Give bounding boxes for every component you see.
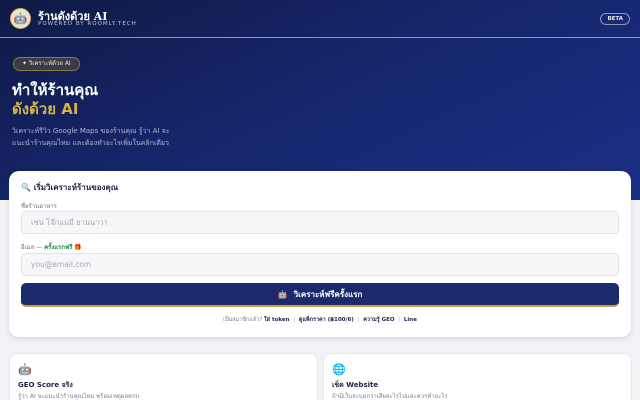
feature-title: เช็ค Website xyxy=(332,381,379,389)
pricing-link[interactable]: ดูแพ็กราคา (฿100/6) xyxy=(299,317,354,323)
restaurant-name-input[interactable] xyxy=(21,211,619,234)
geo-knowledge-link[interactable]: ความรู้ GEO xyxy=(363,317,394,323)
member-links: เป็นสมาชิกแล้ว? ใส่ token | ดูแพ็กราคา (… xyxy=(223,317,417,323)
member-prefix: เป็นสมาชิกแล้ว? xyxy=(223,317,263,323)
hero-description-line1: วิเคราะห์รีวิว Google Maps ของร้านคุณ รู… xyxy=(12,127,170,135)
feature-title: GEO Score จริง xyxy=(18,381,73,389)
analyze-free-button-label: วิเคราะห์ฟรีครั้งแรก xyxy=(293,289,363,299)
feature-subtitle: ถ้ามีเว็บจะบอกว่าเสียอะไรไปและควรทำอะไร xyxy=(332,393,448,400)
robot-icon: 🤖 xyxy=(18,363,32,376)
robot-icon[interactable]: 🤖 xyxy=(10,8,31,29)
free-first-time-highlight: ครั้งแรกฟรี xyxy=(44,244,73,251)
beta-badge: BETA xyxy=(600,13,630,25)
token-link[interactable]: ใส่ token xyxy=(264,317,290,323)
feature-card-geo-score: 🤖 GEO Score จริง รู้ว่า AI จะแนะนำร้านคุ… xyxy=(9,353,318,400)
email-label-prefix: อีเมล — xyxy=(21,244,45,251)
globe-icon: 🌐 xyxy=(332,363,346,376)
top-header: 🤖 ร้านดังด้วย AI POWERED BY ROOMLY.TECH … xyxy=(0,0,640,38)
robot-icon: 🤖 xyxy=(277,289,288,299)
feature-card-website-check: 🌐 เช็ค Website ถ้ามีเว็บจะบอกว่าเสียอะไร… xyxy=(323,353,632,400)
app-subtitle: POWERED BY ROOMLY.TECH xyxy=(38,21,137,27)
analysis-form-card: 🔍 เริ่มวิเคราะห์ร้านของคุณ ชื่อร้านอาหาร… xyxy=(9,171,631,337)
restaurant-name-label: ชื่อร้านอาหาร xyxy=(21,203,57,210)
line-link[interactable]: Line xyxy=(404,317,417,323)
email-input[interactable] xyxy=(21,253,619,276)
hero-section: 🤖 ร้านดังด้วย AI POWERED BY ROOMLY.TECH … xyxy=(0,0,640,200)
headline-line2: ดังด้วย AI xyxy=(12,100,79,118)
analyze-free-button[interactable]: 🤖 วิเคราะห์ฟรีครั้งแรก xyxy=(21,283,619,307)
ai-analysis-pill: ✦ วิเคราะห์ด้วย AI xyxy=(13,57,80,71)
form-title: 🔍 เริ่มวิเคราะห์ร้านของคุณ xyxy=(21,183,119,192)
gift-icon: 🎁 xyxy=(72,244,82,251)
email-label: อีเมล — ครั้งแรกฟรี 🎁 xyxy=(21,242,82,252)
hero-description-line2: แนะนำร้านคุณไหม และต้องทำอะไรเพิ่มในคลิก… xyxy=(12,139,169,147)
feature-subtitle: รู้ว่า AI จะแนะนำร้านคุณไหม พร้อมเหตุผลค… xyxy=(18,393,140,400)
